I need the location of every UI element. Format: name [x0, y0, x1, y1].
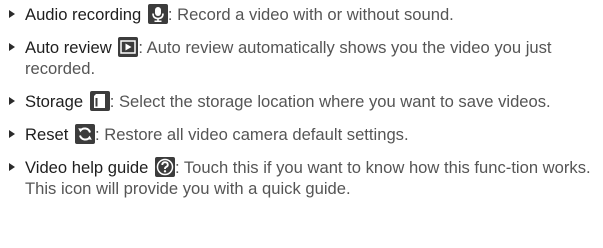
sd-card-icon	[89, 91, 110, 111]
item-description: : Select the storage location where you …	[109, 92, 551, 111]
item-description: : Record a video with or without sound.	[167, 5, 454, 24]
bullet-arrow-icon	[9, 97, 15, 105]
bullet-arrow-icon	[9, 130, 15, 138]
play-review-icon	[118, 37, 139, 57]
item-description: : Restore all video camera default setti…	[94, 125, 409, 144]
bullet-arrow-icon	[9, 10, 15, 18]
list-item-auto-review: Auto review : Auto review automatically …	[8, 37, 599, 79]
list-item-reset: Reset : Restore all video camera default…	[8, 124, 599, 145]
item-term: Storage	[25, 92, 84, 111]
item-term: Auto review	[25, 38, 112, 57]
item-term: Video help guide	[25, 158, 149, 177]
list-item-video-help-guide: Video help guide : Touch this if you wan…	[8, 157, 599, 199]
bullet-arrow-icon	[9, 163, 15, 171]
item-term: Audio recording	[25, 5, 142, 24]
list-item-storage: Storage : Select the storage location wh…	[8, 91, 599, 112]
reset-arrows-icon	[74, 124, 95, 144]
item-term: Reset	[25, 125, 69, 144]
list-item-audio-recording: Audio recording : Record a video with or…	[8, 4, 599, 25]
bullet-arrow-icon	[9, 43, 15, 51]
microphone-icon	[147, 4, 168, 24]
settings-description-list: Audio recording : Record a video with or…	[0, 0, 603, 248]
help-question-icon	[154, 157, 175, 177]
